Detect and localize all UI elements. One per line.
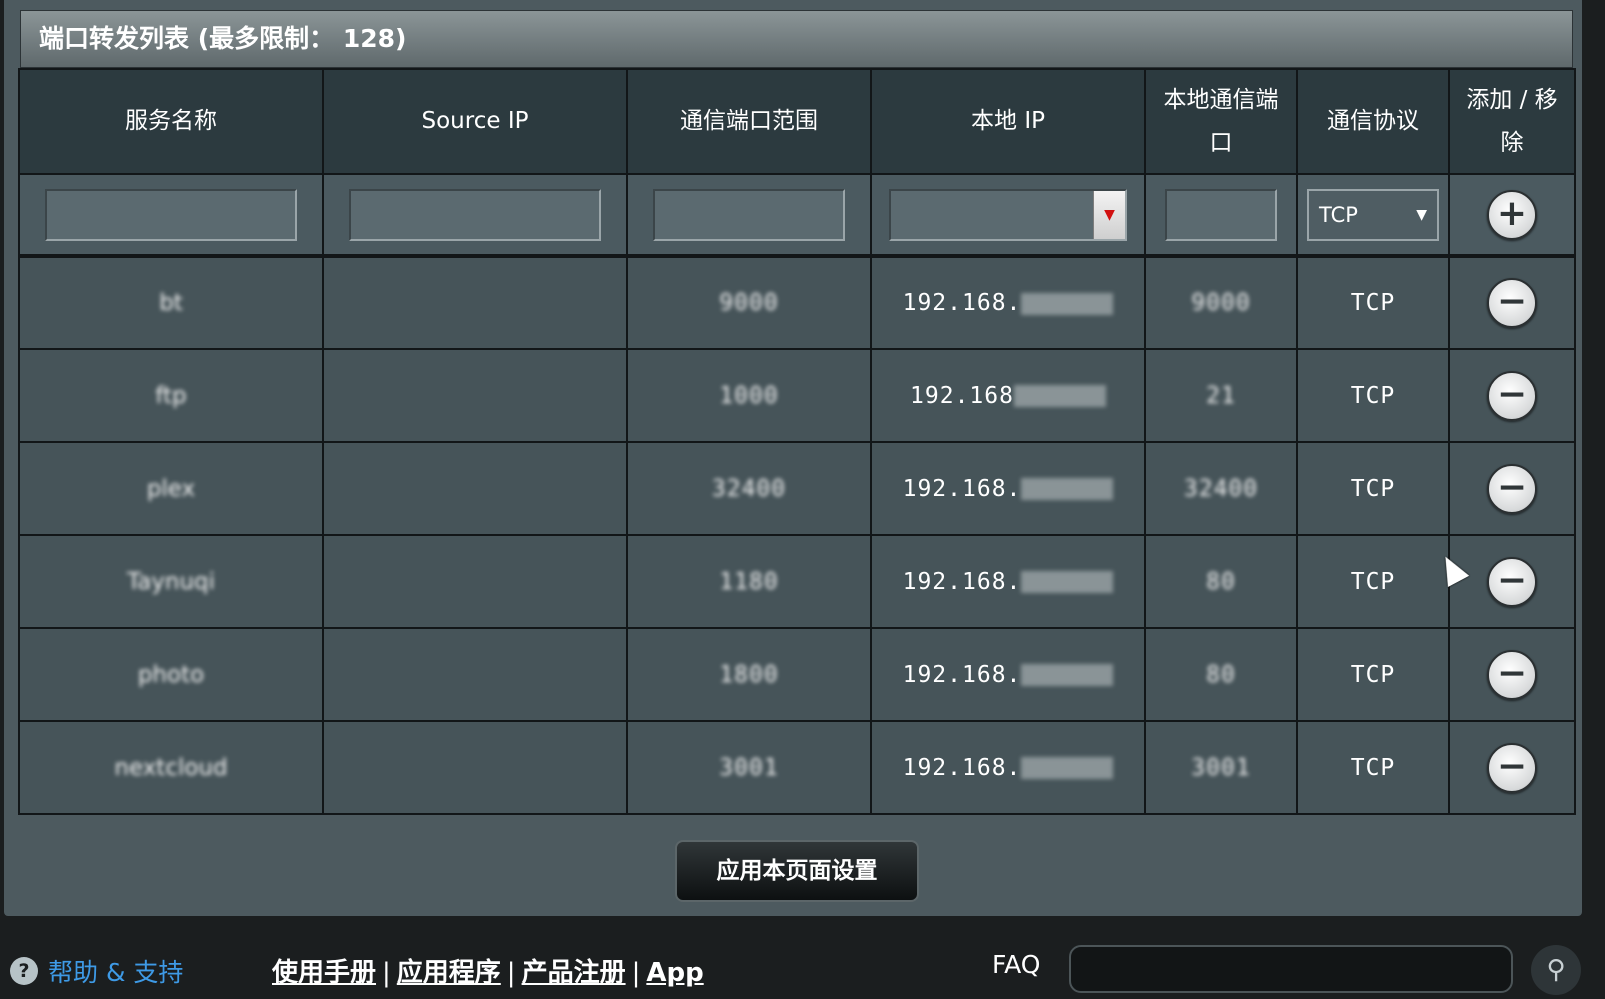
local-ip-cell: 192.168. (902, 475, 1022, 502)
port-range-cell: 1800 (719, 661, 779, 688)
redacted-ip-suffix (1013, 385, 1106, 407)
protocol-select[interactable]: TCP ▼ (1307, 188, 1439, 241)
app-link[interactable]: App (646, 958, 703, 988)
col-source-ip: Source IP (322, 68, 628, 175)
minus-circle-icon: − (1496, 373, 1528, 415)
local-port-cell: 80 (1206, 661, 1236, 688)
minus-circle-icon: − (1496, 745, 1528, 787)
col-add-remove: 添加 / 移除 (1448, 68, 1576, 175)
table-row: photo 1800 192.168. 80 TCP − (18, 627, 1576, 722)
remove-rule-button[interactable]: − (1487, 463, 1537, 514)
magnifier-icon: ⚲ (1546, 955, 1566, 985)
col-protocol: 通信协议 (1296, 68, 1450, 175)
local-port-cell: 21 (1206, 382, 1236, 409)
local-port-cell: 3001 (1191, 754, 1251, 781)
col-local-port: 本地通信端口 (1144, 68, 1298, 175)
apply-settings-button[interactable]: 应用本页面设置 (675, 840, 919, 902)
add-rule-button[interactable]: + (1487, 189, 1537, 240)
service-name-cell: Taynuqi (126, 568, 216, 595)
search-button[interactable]: ⚲ (1531, 945, 1581, 995)
redacted-ip-suffix (1021, 757, 1114, 779)
col-port-range: 通信端口范围 (626, 68, 872, 175)
minus-circle-icon: − (1496, 652, 1528, 694)
port-range-cell: 1180 (719, 568, 779, 595)
remove-rule-button[interactable]: − (1487, 742, 1537, 793)
local-ip-cell: 192.168. (902, 568, 1022, 595)
plus-circle-icon: + (1496, 192, 1528, 234)
local-ip-cell: 192.168. (902, 754, 1022, 781)
service-name-input[interactable] (45, 188, 297, 241)
local-ip-combobox[interactable]: ▼ (889, 188, 1127, 241)
protocol-cell: TCP (1350, 754, 1396, 781)
port-forwarding-panel: 端口转发列表 (最多限制： 128) 服务名称 Source IP 通信端口范围… (4, 0, 1582, 916)
help-support-link[interactable]: ? 帮助 & 支持 (10, 953, 183, 989)
protocol-cell: TCP (1350, 661, 1396, 688)
dropdown-arrow-icon[interactable]: ▼ (1093, 190, 1125, 239)
service-name-cell: plex (146, 475, 196, 502)
table-row: ftp 1000 192.168 21 TCP − (18, 348, 1576, 443)
port-range-input[interactable] (653, 188, 845, 241)
port-range-cell: 3001 (719, 754, 779, 781)
table-row: Taynuqi 1180 192.168. 80 TCP − (18, 534, 1576, 629)
redacted-ip-suffix (1021, 478, 1114, 500)
table-row: bt 9000 192.168. 9000 TCP − (18, 255, 1576, 350)
protocol-cell: TCP (1350, 382, 1396, 409)
minus-circle-icon: − (1496, 559, 1528, 601)
source-ip-input[interactable] (349, 188, 601, 241)
apps-link[interactable]: 应用程序 (397, 958, 501, 988)
product-registration-link[interactable]: 产品注册 (522, 958, 626, 988)
footer-links: 使用手册 | 应用程序 | 产品注册 | App (272, 958, 704, 988)
redacted-ip-suffix (1021, 292, 1114, 315)
local-port-cell: 80 (1206, 568, 1236, 595)
table-row: nextcloud 3001 192.168. 3001 TCP − (18, 720, 1576, 815)
new-rule-row: ▼ TCP ▼ + (18, 173, 1576, 258)
remove-rule-button[interactable]: − (1487, 370, 1537, 421)
help-label: 帮助 & 支持 (48, 958, 184, 987)
port-forwarding-table: 服务名称 Source IP 通信端口范围 本地 IP 本地通信端口 通信协议 … (18, 68, 1576, 815)
service-name-cell: bt (159, 290, 183, 316)
col-service-name: 服务名称 (18, 68, 324, 175)
minus-circle-icon: − (1496, 281, 1528, 322)
redacted-ip-suffix (1021, 571, 1114, 593)
local-port-input[interactable] (1165, 188, 1277, 241)
service-name-cell: ftp (155, 382, 187, 409)
local-ip-cell: 192.168. (902, 290, 1022, 316)
service-name-cell: nextcloud (114, 754, 228, 781)
protocol-cell: TCP (1350, 568, 1396, 595)
list-title: 端口转发列表 (最多限制： 128) (20, 10, 1573, 68)
remove-rule-button[interactable]: − (1487, 556, 1537, 607)
local-port-cell: 9000 (1191, 290, 1251, 316)
protocol-select-value: TCP (1319, 202, 1358, 227)
footer: ? 帮助 & 支持 使用手册 | 应用程序 | 产品注册 | App FAQ ⚲ (0, 916, 1605, 999)
remove-rule-button[interactable]: − (1487, 649, 1537, 700)
protocol-cell: TCP (1350, 290, 1396, 316)
manual-link[interactable]: 使用手册 (272, 958, 376, 988)
local-ip-cell: 192.168. (902, 661, 1022, 688)
col-local-ip: 本地 IP (870, 68, 1146, 175)
port-range-cell: 9000 (719, 290, 779, 316)
service-name-cell: photo (137, 661, 205, 688)
faq-label: FAQ (992, 950, 1041, 979)
local-ip-cell: 192.168 (910, 382, 1014, 409)
faq-search-input[interactable] (1069, 945, 1513, 993)
minus-circle-icon: − (1496, 466, 1528, 508)
select-arrow-icon: ▼ (1416, 206, 1427, 223)
port-range-cell: 32400 (711, 475, 787, 502)
remove-rule-button[interactable]: − (1487, 278, 1537, 328)
port-range-cell: 1000 (719, 382, 779, 409)
rules-list: bt 9000 192.168. 9000 TCP − ftp 1000 192.168 21 TC… (18, 255, 1576, 815)
protocol-cell: TCP (1350, 475, 1396, 502)
local-port-cell: 32400 (1183, 475, 1259, 502)
redacted-ip-suffix (1021, 664, 1114, 686)
table-row: plex 32400 192.168. 32400 TCP − (18, 441, 1576, 536)
question-circle-icon: ? (10, 957, 38, 985)
